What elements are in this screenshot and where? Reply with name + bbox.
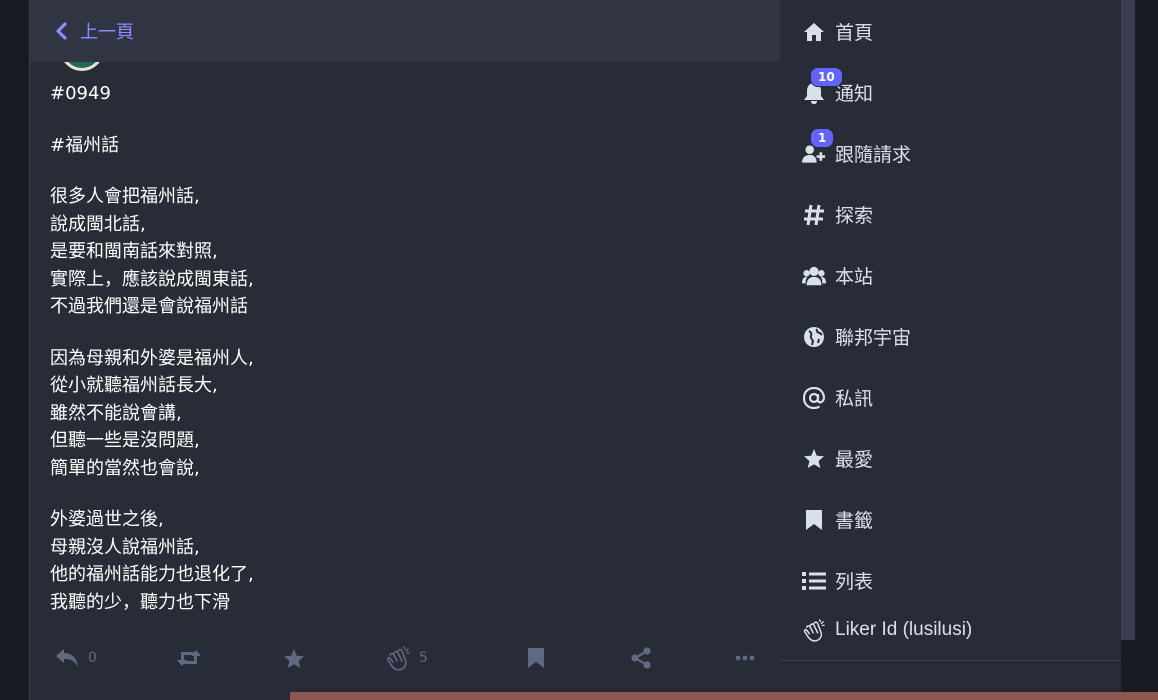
nav-item-liker-id[interactable]: Liker Id (lusilusi): [780, 600, 1121, 660]
nav-label: 私訊: [835, 388, 874, 410]
reply-icon: [56, 649, 78, 667]
nav-label: 最愛: [835, 449, 874, 471]
status-line: 我聽的少，聽力也下滑: [50, 591, 230, 613]
nav-label: Liker Id (lusilusi): [835, 619, 973, 640]
back-button[interactable]: 上一頁: [30, 0, 780, 62]
nav-item-bookmarks[interactable]: 書籤: [780, 489, 1121, 550]
nav-item-favourites[interactable]: 最愛: [780, 428, 1121, 489]
nav-label: 首頁: [835, 22, 874, 44]
status-paragraph: 因為母親和外婆是福州人, 從小就聽福州話長大, 雖然不能說會講, 但聽一些是沒問…: [50, 345, 750, 483]
bookmark-button[interactable]: [527, 640, 545, 676]
like-button[interactable]: 5: [385, 640, 428, 676]
clap-icon: [386, 646, 410, 671]
status-line: 說成閩北話,: [50, 213, 146, 235]
bottom-strip: [290, 692, 1158, 700]
retweet-icon: [177, 650, 201, 666]
right-gutter: [1135, 0, 1158, 700]
status-column: 上一頁 #0949 #福州話 很多人會把福州話, 說成閩北話, 是要和閩南話來對…: [29, 0, 780, 700]
nav-item-direct-messages[interactable]: 私訊: [780, 367, 1121, 428]
nav-item-home[interactable]: 首頁: [780, 1, 1121, 62]
status-line: 實際上，應該說成閩東話,: [50, 268, 254, 290]
nav-label: 探索: [835, 205, 874, 227]
nav-item-notifications[interactable]: 10 通知: [780, 62, 1121, 123]
nav-label: 列表: [835, 571, 874, 593]
reply-count: 0: [88, 650, 97, 666]
status-line: 雖然不能說會講,: [50, 402, 182, 424]
more-button[interactable]: [735, 640, 755, 676]
avatar[interactable]: [60, 62, 104, 71]
clap-icon: [803, 619, 825, 642]
status-line: 他的福州話能力也退化了,: [50, 564, 254, 585]
status-line: 外婆過世之後,: [50, 509, 164, 530]
status-line: 不過我們還是會說福州話: [50, 296, 248, 317]
hashtag-link[interactable]: #福州話: [50, 135, 119, 156]
chevron-left-icon: [56, 22, 67, 40]
boost-button[interactable]: [176, 640, 202, 676]
like-count: 5: [419, 650, 428, 666]
nav-label: 書籤: [835, 510, 874, 532]
notification-badge: 10: [810, 66, 843, 87]
status-line: 很多人會把福州話,: [50, 186, 200, 207]
ellipsis-icon: [735, 655, 755, 661]
status-line: 因為母親和外婆是福州人,: [50, 347, 254, 369]
status-line: 從小就聽福州話長大,: [50, 375, 218, 396]
share-icon: [631, 647, 651, 669]
bookmark-icon: [528, 648, 544, 668]
favourite-button[interactable]: [283, 640, 305, 676]
back-label: 上一頁: [80, 22, 134, 43]
list-icon: [802, 571, 826, 590]
nav-label: 聯邦宇宙: [835, 327, 912, 349]
scrollbar-thumb[interactable]: [1121, 0, 1135, 640]
nav-label: 跟隨請求: [835, 144, 912, 166]
status-paragraph: #0949: [50, 80, 750, 108]
status-line: 是要和閩南話來對照,: [50, 241, 218, 262]
globe-icon: [804, 326, 824, 347]
status-action-bar: 0 5: [30, 640, 780, 676]
left-gutter: [0, 0, 29, 700]
bookmark-icon: [806, 509, 822, 530]
share-button[interactable]: [630, 640, 652, 676]
status-paragraph: 很多人會把福州話, 說成閩北話, 是要和閩南話來對照, 實際上，應該說成閩東話,…: [50, 183, 750, 321]
status-paragraph: 外婆過世之後, 母親沒人說福州話, 他的福州話能力也退化了, 我聽的少，聽力也下…: [50, 506, 750, 616]
status-line: 母親沒人說福州話,: [50, 536, 200, 558]
nav-item-explore[interactable]: 探索: [780, 184, 1121, 245]
nav-item-local[interactable]: 本站: [780, 245, 1121, 306]
home-icon: [804, 22, 824, 41]
status-line: 簡單的當然也會說,: [50, 457, 200, 479]
navigation-panel: 首頁 10 通知 1 跟隨請求 探索 本站 聯邦宇宙 私訊 最愛 書籤 列表 L…: [780, 0, 1121, 660]
at-icon: [803, 386, 825, 409]
hashtag-icon: [804, 204, 824, 225]
nav-item-follow-requests[interactable]: 1 跟隨請求: [780, 123, 1121, 184]
hashtag-number[interactable]: #0949: [50, 83, 111, 104]
status-paragraph: #福州話: [50, 132, 750, 160]
status-line: 但聽一些是沒問題,: [50, 430, 200, 451]
nav-label: 本站: [835, 266, 874, 288]
follow-request-badge: 1: [810, 127, 835, 148]
users-icon: [802, 266, 826, 285]
reply-button[interactable]: 0: [54, 640, 97, 676]
status-content: #0949 #福州話 很多人會把福州話, 說成閩北話, 是要和閩南話來對照, 實…: [50, 80, 750, 640]
nav-item-federated[interactable]: 聯邦宇宙: [780, 306, 1121, 367]
star-icon: [803, 448, 825, 469]
star-icon: [283, 648, 305, 668]
